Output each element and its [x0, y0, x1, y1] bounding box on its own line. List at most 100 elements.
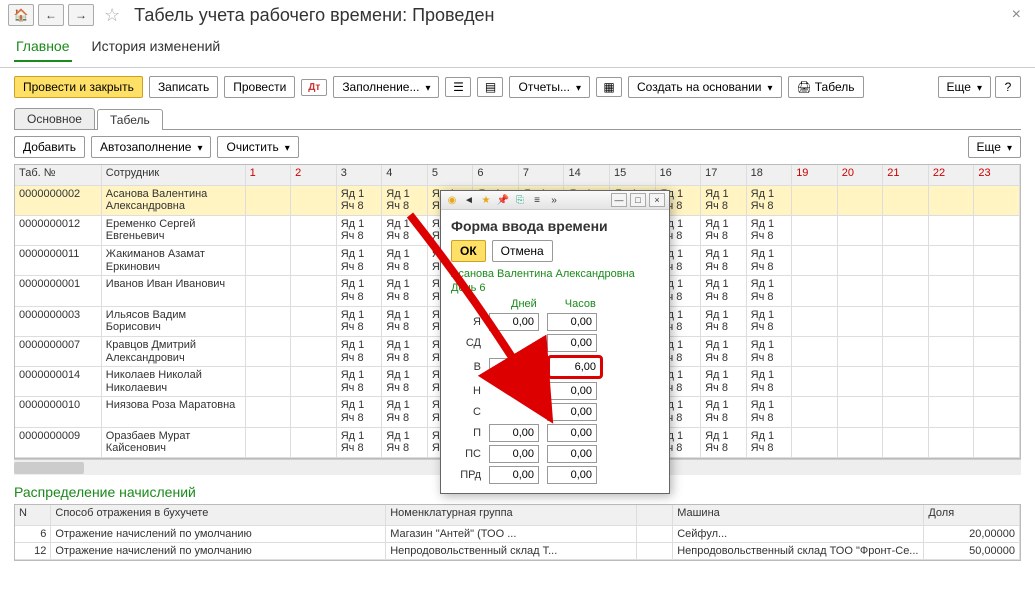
time-row-ПС: ПС — [451, 445, 659, 463]
time-code-label: С — [451, 406, 481, 418]
days-input[interactable] — [489, 313, 539, 331]
subtab-tabel[interactable]: Табель — [97, 109, 163, 130]
days-input[interactable] — [489, 358, 539, 376]
days-input[interactable] — [489, 424, 539, 442]
col-day-2[interactable]: 2 — [291, 165, 337, 185]
forward-button[interactable]: → — [68, 4, 94, 26]
minimize-icon[interactable]: — — [611, 193, 627, 207]
employee-caption: Асанова Валентина Александровна — [451, 268, 659, 280]
hours-input[interactable] — [547, 334, 597, 352]
col-day-19[interactable]: 19 — [792, 165, 838, 185]
col-day-20[interactable]: 20 — [837, 165, 883, 185]
pin-icon[interactable]: 📌 — [496, 193, 510, 207]
ok-button[interactable]: ОК — [451, 240, 486, 262]
post-button[interactable]: Провести — [224, 76, 295, 98]
hours-input[interactable] — [547, 466, 597, 484]
create-from-button[interactable]: Создать на основании — [628, 76, 782, 98]
tab-main[interactable]: Главное — [14, 34, 72, 62]
reports-button[interactable]: Отчеты... — [509, 76, 590, 98]
col-day-4[interactable]: 4 — [382, 165, 428, 185]
clear-button[interactable]: Очистить — [217, 136, 298, 158]
col-day-6[interactable]: 6 — [473, 165, 519, 185]
col-day-1[interactable]: 1 — [245, 165, 291, 185]
subtab-main[interactable]: Основное — [14, 108, 95, 129]
hours-input[interactable] — [547, 445, 597, 463]
save-button[interactable]: Записать — [149, 76, 218, 98]
col-day-14[interactable]: 14 — [564, 165, 610, 185]
back-button[interactable]: ← — [38, 4, 64, 26]
dist-col-method[interactable]: Способ отражения в бухучете — [51, 505, 386, 525]
page-title: Табель учета рабочего времени: Проведен — [134, 5, 494, 26]
nav-prev-icon[interactable]: ◄ — [462, 193, 476, 207]
close-icon[interactable]: × — [1006, 6, 1027, 24]
dist-row[interactable]: 6Отражение начислений по умолчаниюМагази… — [15, 525, 1020, 542]
star-icon[interactable]: ★ — [479, 193, 493, 207]
time-code-label: В — [451, 361, 481, 373]
hours-input[interactable] — [547, 355, 603, 379]
time-code-label: П — [451, 427, 481, 439]
time-row-ПРд: ПРд — [451, 466, 659, 484]
time-row-Я: Я — [451, 313, 659, 331]
col-day-7[interactable]: 7 — [518, 165, 564, 185]
fill-button[interactable]: Заполнение... — [333, 76, 439, 98]
dist-col-group[interactable]: Номенклатурная группа — [386, 505, 637, 525]
col-day-5[interactable]: 5 — [427, 165, 473, 185]
help-button[interactable]: ? — [995, 76, 1021, 98]
col-day-21[interactable]: 21 — [883, 165, 929, 185]
col-day-23[interactable]: 23 — [974, 165, 1020, 185]
dtkv-icon[interactable]: Дт — [301, 79, 327, 96]
toolbar-icon-2[interactable]: ▤ — [477, 77, 503, 97]
dialog-title: Форма ввода времени — [451, 218, 659, 234]
time-code-label: Я — [451, 316, 481, 328]
dist-row[interactable]: 12Отражение начислений по умолчаниюНепро… — [15, 542, 1020, 559]
hours-input[interactable] — [547, 424, 597, 442]
cancel-button[interactable]: Отмена — [492, 240, 553, 262]
time-code-label: Н — [451, 385, 481, 397]
time-row-СД: СД — [451, 334, 659, 352]
dist-col-sp[interactable] — [637, 505, 673, 525]
col-days-label: Дней — [511, 298, 537, 310]
close-dialog-icon[interactable]: × — [649, 193, 665, 207]
autofill-button[interactable]: Автозаполнение — [91, 136, 211, 158]
col-day-22[interactable]: 22 — [928, 165, 974, 185]
menu-icon[interactable]: ≡ — [530, 193, 544, 207]
col-day-18[interactable]: 18 — [746, 165, 792, 185]
time-code-label: ПС — [451, 448, 481, 460]
post-close-button[interactable]: Провести и закрыть — [14, 76, 143, 98]
home-button[interactable]: 🏠 — [8, 4, 34, 26]
toolbar-icon-1[interactable]: ☰ — [445, 77, 471, 97]
hours-input[interactable] — [547, 403, 597, 421]
days-input[interactable] — [489, 445, 539, 463]
col-hours-label: Часов — [565, 298, 596, 310]
col-day-16[interactable]: 16 — [655, 165, 701, 185]
more-button[interactable]: Еще — [938, 76, 991, 98]
dist-col-share[interactable]: Доля — [924, 505, 1020, 525]
dist-col-machine[interactable]: Машина — [673, 505, 924, 525]
time-code-label: ПРд — [451, 469, 481, 481]
time-row-П: П — [451, 424, 659, 442]
dist-col-n[interactable]: N — [15, 505, 51, 525]
time-row-Н: Н — [451, 382, 659, 400]
col-day-17[interactable]: 17 — [701, 165, 747, 185]
time-code-label: СД — [451, 337, 481, 349]
tabel-button[interactable]: 🖨 Табель — [788, 76, 864, 98]
more-button-2[interactable]: Еще — [968, 136, 1021, 158]
day-caption: День 6 — [451, 282, 659, 294]
star-icon[interactable]: ☆ — [98, 5, 126, 26]
attach-icon[interactable]: ⎘ — [513, 193, 527, 207]
days-input[interactable] — [489, 466, 539, 484]
time-row-В: В — [451, 355, 659, 379]
add-button[interactable]: Добавить — [14, 136, 85, 158]
col-day-15[interactable]: 15 — [610, 165, 656, 185]
col-day-3[interactable]: 3 — [336, 165, 382, 185]
col-employee[interactable]: Сотрудник — [101, 165, 245, 185]
hours-input[interactable] — [547, 313, 597, 331]
logo-icon: ◉ — [445, 193, 459, 207]
distribution-table[interactable]: NСпособ отражения в бухучетеНоменклатурн… — [14, 504, 1021, 561]
hours-input[interactable] — [547, 382, 597, 400]
more-icon[interactable]: » — [547, 193, 561, 207]
toolbar-icon-3[interactable]: ▦ — [596, 77, 622, 97]
maximize-icon[interactable]: □ — [630, 193, 646, 207]
tab-history[interactable]: История изменений — [90, 34, 223, 61]
col-num[interactable]: Таб. № — [15, 165, 101, 185]
